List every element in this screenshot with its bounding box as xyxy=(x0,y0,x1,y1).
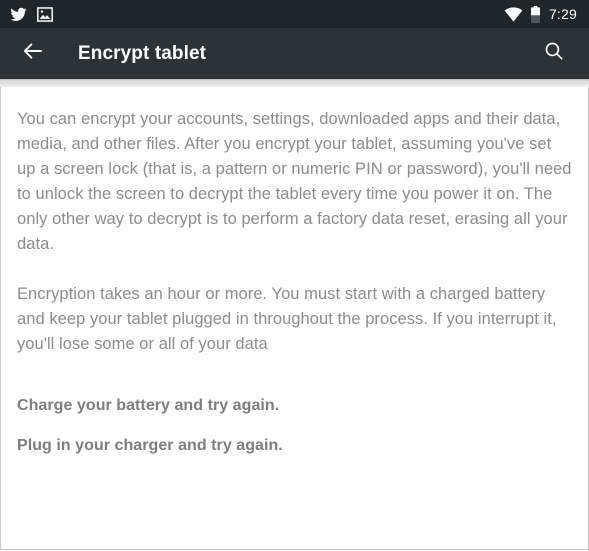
encryption-description-paragraph: You can encrypt your accounts, settings,… xyxy=(17,110,572,253)
encryption-duration-paragraph: Encryption takes an hour or more. You mu… xyxy=(17,285,557,353)
plug-in-charger-warning: Plug in your charger and try again. xyxy=(17,437,283,454)
search-icon xyxy=(543,40,565,67)
battery-icon xyxy=(530,5,541,23)
page-title: Encrypt tablet xyxy=(78,42,207,64)
search-button[interactable] xyxy=(537,37,571,71)
app-toolbar: Encrypt tablet xyxy=(0,28,589,79)
back-arrow-icon xyxy=(21,39,45,68)
encrypt-tablet-screen: 7:29 Encrypt tablet You can encrypt your… xyxy=(0,0,589,551)
back-button[interactable] xyxy=(16,37,50,71)
status-bar-clock: 7:29 xyxy=(548,6,577,22)
encryption-info-panel[interactable]: You can encrypt your accounts, settings,… xyxy=(0,87,589,550)
twitter-bird-icon xyxy=(10,6,27,23)
wifi-icon xyxy=(504,6,523,22)
charge-battery-warning: Charge your battery and try again. xyxy=(17,397,280,414)
status-bar-right-icons: 7:29 xyxy=(504,5,577,23)
status-bar: 7:29 xyxy=(0,0,589,28)
screenshot-image-icon xyxy=(37,6,53,22)
status-bar-left-icons xyxy=(10,6,53,23)
toolbar-divider xyxy=(0,79,589,87)
